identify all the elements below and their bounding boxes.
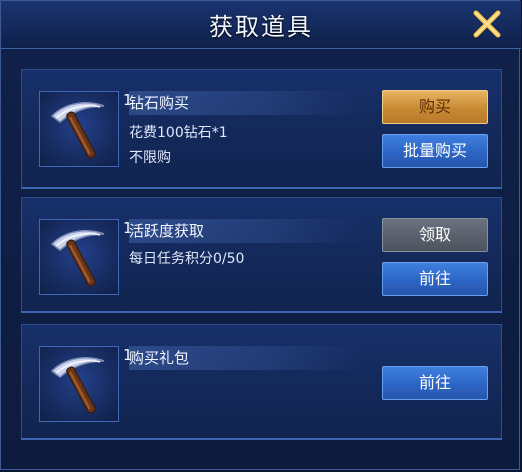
source-card-diamond-purchase: 1 钻石购买 花费100钻石*1 不限购 购买 批量购买 — [21, 69, 502, 189]
dialog-titlebar: 获取道具 — [1, 1, 521, 49]
dialog-title: 获取道具 — [209, 13, 313, 41]
source-name-label: 钻石购买 — [129, 91, 359, 115]
source-name-label: 购买礼包 — [129, 346, 359, 370]
close-button[interactable] — [471, 8, 503, 40]
source-name-label: 活跃度获取 — [129, 219, 359, 243]
go-button[interactable]: 前往 — [382, 366, 488, 400]
source-limit-text: 不限购 — [129, 150, 171, 166]
source-name: 购买礼包 — [129, 349, 190, 367]
source-cost-text: 花费100钻石*1 — [129, 125, 228, 141]
get-item-dialog: 获取道具 1 钻石购买 花费100钻石*1 不限购 购买 批量购买 1 活跃度获… — [0, 0, 521, 470]
source-card-gift-pack: 1 购买礼包 前往 — [21, 324, 502, 440]
close-x-icon — [473, 10, 501, 38]
pickaxe-icon — [50, 102, 105, 159]
item-icon-frame — [39, 91, 119, 167]
claim-button[interactable]: 领取 — [382, 218, 488, 252]
go-button[interactable]: 前往 — [382, 262, 488, 296]
bulk-buy-button[interactable]: 批量购买 — [382, 134, 488, 168]
buy-button[interactable]: 购买 — [382, 90, 488, 124]
source-name: 活跃度获取 — [129, 222, 205, 240]
pickaxe-icon — [50, 357, 105, 414]
task-score-text: 每日任务积分0/50 — [129, 251, 245, 267]
pickaxe-icon — [50, 230, 105, 287]
item-icon-frame — [39, 346, 119, 422]
source-card-activity: 1 活跃度获取 每日任务积分0/50 领取 前往 — [21, 197, 502, 313]
source-name: 钻石购买 — [129, 94, 190, 112]
item-icon-frame — [39, 219, 119, 295]
